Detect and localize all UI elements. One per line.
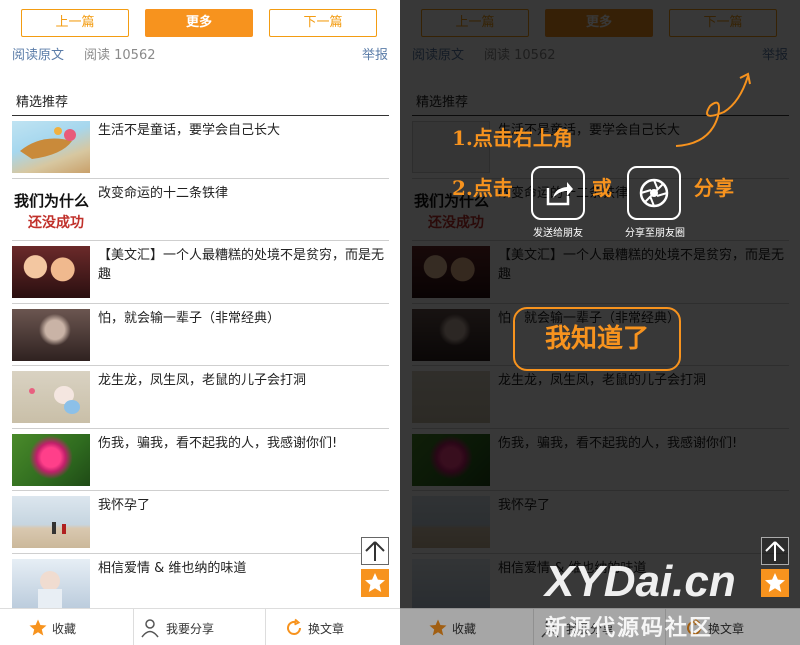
prev-article-button[interactable]: 上一篇 bbox=[21, 9, 129, 37]
send-to-friend-label: 发送给朋友 bbox=[533, 228, 583, 239]
share-moments-label: 分享至朋友圈 bbox=[625, 228, 685, 239]
share-label: 我要分享 bbox=[166, 622, 215, 636]
article-thumbnail: 我们为什么 还没成功 bbox=[12, 183, 90, 236]
article-thumbnail bbox=[12, 246, 90, 298]
switch-label: 换文章 bbox=[308, 622, 345, 636]
favorite-float-button[interactable] bbox=[361, 569, 389, 597]
list-item[interactable]: 【美文汇】一个人最糟糕的处境不是贫穷，而是无趣 bbox=[12, 241, 389, 304]
bottom-bar: 收藏 我要分享 换文章 bbox=[0, 608, 400, 645]
next-article-button[interactable]: 下一篇 bbox=[269, 9, 377, 37]
screenshot-stage: 上一篇 更多 下一篇 阅读原文 阅读 10562 举报 精选推荐 生活不是童话，… bbox=[0, 0, 800, 645]
article-title: 改变命运的十二条铁律 bbox=[98, 185, 229, 201]
thumbnail-text: 我们为什么 bbox=[14, 191, 90, 210]
got-it-button[interactable]: 我知道了 bbox=[513, 307, 681, 371]
read-count: 阅读 10562 bbox=[84, 48, 156, 63]
favorite-label: 收藏 bbox=[52, 622, 77, 636]
curved-arrow-icon bbox=[675, 72, 751, 147]
guide-step-1: 1.点击右上角 bbox=[452, 126, 573, 150]
star-icon bbox=[765, 573, 785, 592]
article-thumbnail bbox=[12, 496, 90, 548]
top-nav: 上一篇 更多 下一篇 bbox=[0, 9, 400, 37]
list-item[interactable]: 伤我，骗我，看不起我的人，我感谢你们! bbox=[12, 429, 389, 491]
list-item[interactable]: 怕，就会输一辈子（非常经典） bbox=[12, 304, 389, 366]
article-thumbnail bbox=[12, 121, 90, 173]
send-to-friend-button[interactable] bbox=[531, 166, 585, 220]
guide-step-2-prefix: 2.点击 bbox=[452, 176, 513, 200]
star-icon bbox=[29, 619, 47, 636]
user-icon bbox=[141, 619, 159, 638]
refresh-icon bbox=[287, 618, 301, 635]
guide-step-2-or: 或 bbox=[592, 176, 612, 200]
star-icon bbox=[365, 573, 385, 592]
share-moments-button[interactable] bbox=[627, 166, 681, 220]
favorite-button[interactable]: 收藏 bbox=[0, 609, 133, 645]
article-meta: 阅读原文 阅读 10562 举报 bbox=[12, 44, 392, 64]
guide-step-2-suffix: 分享 bbox=[694, 176, 734, 200]
article-thumbnail bbox=[12, 433, 90, 486]
scroll-top-button[interactable] bbox=[361, 537, 389, 565]
arrow-up-icon bbox=[765, 541, 785, 561]
arrow-up-icon bbox=[365, 541, 385, 561]
article-title: 相信爱情 & 维也纳的味道 bbox=[98, 560, 247, 576]
article-title: 【美文汇】一个人最糟糕的处境不是贫穷，而是无趣 bbox=[98, 248, 385, 282]
section-title: 精选推荐 bbox=[16, 95, 69, 110]
article-page-right: 上一篇 更多 下一篇 阅读原文 阅读 10562 举报 精选推荐 生活不是童话，… bbox=[400, 0, 800, 645]
switch-article-button[interactable]: 换文章 bbox=[266, 609, 399, 645]
article-title: 伤我，骗我，看不起我的人，我感谢你们! bbox=[98, 435, 338, 451]
more-button[interactable]: 更多 bbox=[145, 9, 253, 37]
read-original-link[interactable]: 阅读原文 bbox=[12, 44, 64, 63]
list-item[interactable]: 我们为什么 还没成功 改变命运的十二条铁律 bbox=[12, 179, 389, 241]
list-item[interactable]: 相信爱情 & 维也纳的味道 bbox=[12, 554, 389, 617]
list-item[interactable]: 生活不是童话，要学会自己长大 bbox=[12, 116, 389, 179]
favorite-float-button[interactable] bbox=[761, 569, 789, 597]
watermark-logo-text: XYDai.cn bbox=[545, 557, 736, 606]
article-page-left: 上一篇 更多 下一篇 阅读原文 阅读 10562 举报 精选推荐 生活不是童话，… bbox=[0, 0, 400, 645]
article-title: 怕，就会输一辈子（非常经典） bbox=[98, 310, 281, 326]
aperture-icon bbox=[639, 178, 669, 208]
share-guide-overlay[interactable]: 1.点击右上角 2.点击 发送给朋友 或 分享至朋友圈 分享 我知道了 bbox=[400, 0, 800, 608]
article-thumbnail bbox=[12, 308, 90, 361]
article-title: 我怀孕了 bbox=[98, 498, 151, 513]
scroll-top-button[interactable] bbox=[761, 537, 789, 565]
recommend-list: 生活不是童话，要学会自己长大 我们为什么 还没成功 改变命运的十二条铁律 【美文… bbox=[12, 116, 389, 616]
share-button[interactable]: 我要分享 bbox=[133, 609, 266, 645]
watermark-sub-text: 新源代源码社区 bbox=[545, 615, 714, 640]
article-title: 龙生龙，凤生凤，老鼠的儿子会打洞 bbox=[98, 373, 307, 388]
article-thumbnail bbox=[12, 558, 90, 611]
list-item[interactable]: 我怀孕了 bbox=[12, 491, 389, 554]
article-title: 生活不是童话，要学会自己长大 bbox=[98, 123, 281, 138]
share-icon bbox=[546, 182, 573, 206]
article-thumbnail bbox=[12, 371, 90, 423]
report-link[interactable]: 举报 bbox=[362, 44, 388, 63]
thumbnail-text: 还没成功 bbox=[28, 214, 84, 231]
list-item[interactable]: 龙生龙，凤生凤，老鼠的儿子会打洞 bbox=[12, 366, 389, 429]
